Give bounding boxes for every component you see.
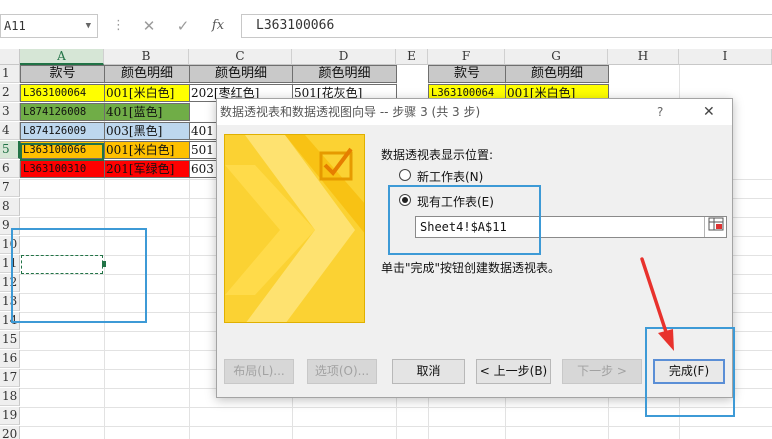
- row-header-7[interactable]: 7: [0, 179, 20, 197]
- layout-button[interactable]: 布局(L)...: [224, 359, 294, 384]
- column-header-g[interactable]: G: [505, 49, 608, 65]
- target-cell-marquee[interactable]: [21, 255, 106, 274]
- column-header-c[interactable]: C: [189, 49, 292, 65]
- wizard-illustration: [224, 134, 365, 323]
- wizard-illustration-graphic: [225, 135, 364, 322]
- row-header-3[interactable]: 3: [0, 103, 20, 121]
- row-header-2[interactable]: 2: [0, 84, 20, 102]
- row-header-8[interactable]: 8: [0, 198, 20, 216]
- cancel-icon[interactable]: ✕: [138, 14, 160, 38]
- name-box[interactable]: A11 ▼: [0, 14, 98, 38]
- formula-input[interactable]: L363100066: [241, 14, 772, 38]
- row-header-1[interactable]: 1: [0, 65, 20, 83]
- radio-existing-worksheet-label[interactable]: 现有工作表(E): [417, 193, 494, 210]
- row-header-15[interactable]: 15: [0, 331, 20, 349]
- column-header-f[interactable]: F: [428, 49, 505, 65]
- next-button[interactable]: 下一步 >: [562, 359, 642, 384]
- cancel-button[interactable]: 取消: [392, 359, 465, 384]
- column-header-b[interactable]: B: [104, 49, 189, 65]
- range-picker-graphic: [708, 217, 723, 231]
- dialog-title-text: 数据透视表和数据透视图向导 -- 步骤 3 (共 3 步): [220, 105, 481, 119]
- row-header-19[interactable]: 19: [0, 407, 20, 425]
- row-header-11[interactable]: 11: [0, 255, 20, 273]
- row-header-9[interactable]: 9: [0, 217, 20, 235]
- location-range-input[interactable]: Sheet4!$A$11: [415, 216, 727, 238]
- dialog-title: 数据透视表和数据透视图向导 -- 步骤 3 (共 3 步) ? ✕: [217, 99, 732, 125]
- name-box-value: A11: [4, 19, 26, 33]
- close-icon[interactable]: ✕: [703, 99, 715, 125]
- row-header-16[interactable]: 16: [0, 350, 20, 368]
- select-all-corner[interactable]: [0, 49, 20, 65]
- row-header-17[interactable]: 17: [0, 369, 20, 387]
- formula-bar: A11 ▼ ⋮ ✕ ✓ fx L363100066: [0, 0, 772, 48]
- options-button[interactable]: 选项(O)...: [307, 359, 377, 384]
- help-icon[interactable]: ?: [657, 99, 663, 125]
- location-range-value: Sheet4!$A$11: [420, 220, 507, 234]
- gridline: [20, 407, 772, 408]
- range-picker-icon[interactable]: [704, 217, 726, 237]
- row-header-5[interactable]: 5: [0, 141, 20, 159]
- gridline: [20, 426, 772, 427]
- location-prompt: 数据透视表显示位置:: [381, 148, 494, 162]
- table-cell[interactable]: 201[军绿色]: [104, 160, 190, 178]
- row-header-6[interactable]: 6: [0, 160, 20, 178]
- check-icon[interactable]: ✓: [172, 14, 194, 38]
- radio-existing-worksheet[interactable]: [399, 194, 411, 206]
- fill-handle[interactable]: [102, 261, 106, 267]
- column-header-a[interactable]: A: [20, 49, 104, 65]
- finish-button[interactable]: 完成(F): [653, 359, 725, 384]
- column-header-e[interactable]: E: [396, 49, 428, 65]
- back-button[interactable]: < 上一步(B): [476, 359, 551, 384]
- radio-new-worksheet-label[interactable]: 新工作表(N): [417, 168, 483, 185]
- row-header-14[interactable]: 14: [0, 312, 20, 330]
- column-header-d[interactable]: D: [292, 49, 396, 65]
- table-cell[interactable]: 001[米白色]: [104, 84, 190, 102]
- row-header-12[interactable]: 12: [0, 274, 20, 292]
- table-header-cell[interactable]: 颜色明细: [104, 65, 190, 83]
- table-header-cell[interactable]: 颜色明细: [505, 65, 609, 83]
- row-header-20[interactable]: 20: [0, 426, 20, 439]
- table-cell[interactable]: L363100310: [20, 160, 105, 178]
- table-header-cell[interactable]: 款号: [428, 65, 506, 83]
- radio-new-worksheet[interactable]: [399, 169, 411, 181]
- chevron-down-icon[interactable]: ▼: [86, 15, 91, 37]
- insert-function-icon[interactable]: fx: [206, 14, 230, 38]
- table-header-cell[interactable]: 颜色明细: [189, 65, 293, 83]
- table-cell[interactable]: 401[蓝色]: [104, 103, 190, 121]
- column-header-h[interactable]: H: [608, 49, 679, 65]
- table-header-cell[interactable]: 款号: [20, 65, 105, 83]
- table-cell[interactable]: L874126009: [20, 122, 105, 140]
- table-cell[interactable]: 003[黑色]: [104, 122, 190, 140]
- red-arrow-annotation: [640, 257, 674, 351]
- row-header-18[interactable]: 18: [0, 388, 20, 406]
- table-cell[interactable]: 001[米白色]: [104, 141, 190, 159]
- table-header-cell[interactable]: 颜色明细: [292, 65, 397, 83]
- row-header-13[interactable]: 13: [0, 293, 20, 311]
- table-cell[interactable]: L363100064: [20, 84, 105, 102]
- finish-hint: 单击"完成"按钮创建数据透视表。: [381, 261, 561, 275]
- row-header-10[interactable]: 10: [0, 236, 20, 254]
- active-cell-outline: [20, 143, 104, 161]
- row-header-4[interactable]: 4: [0, 122, 20, 140]
- grip-icon: ⋮: [112, 18, 125, 33]
- table-cell[interactable]: L874126008: [20, 103, 105, 121]
- column-header-i[interactable]: I: [679, 49, 772, 65]
